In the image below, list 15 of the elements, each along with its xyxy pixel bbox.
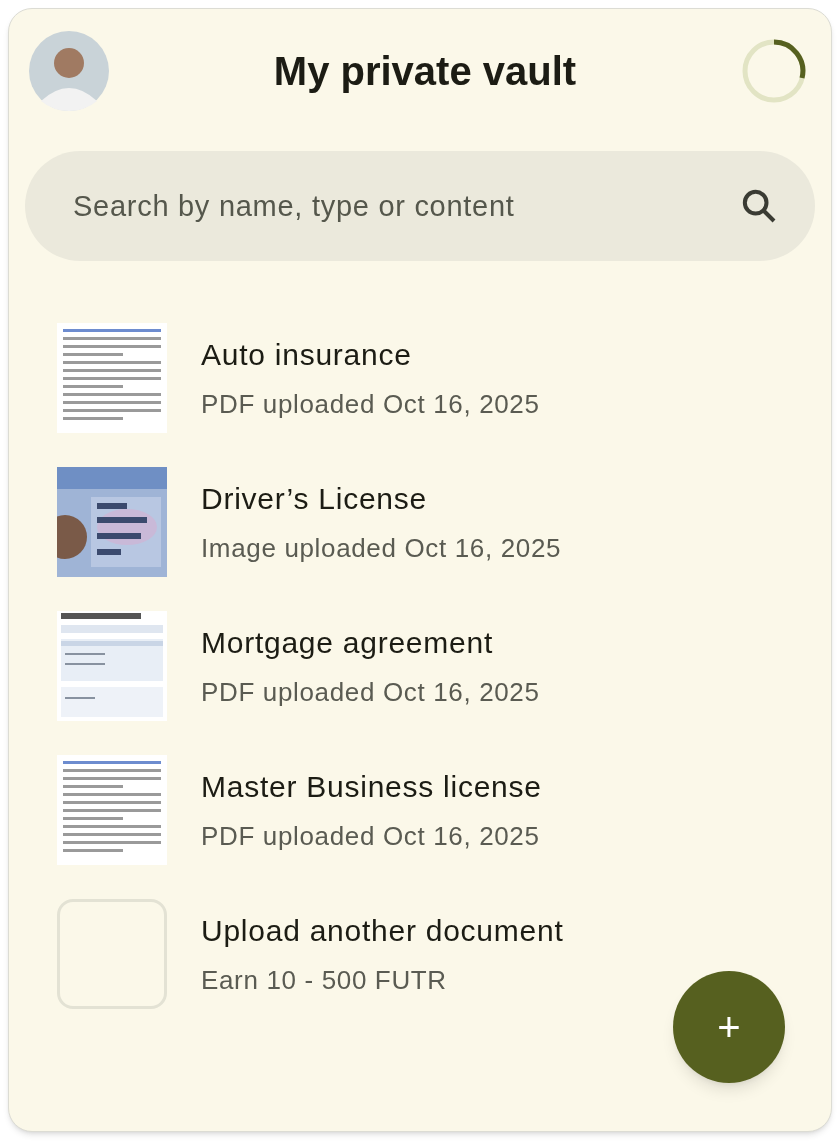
document-subtitle: PDF uploaded Oct 16, 2025: [201, 388, 540, 421]
upload-subtitle: Earn 10 - 500 FUTR: [201, 964, 448, 997]
avatar[interactable]: [29, 31, 109, 111]
document-subtitle: Image uploaded Oct 16, 2025: [201, 532, 562, 565]
document-subtitle: PDF uploaded Oct 16, 2025: [201, 820, 541, 853]
spinner-icon: [741, 38, 807, 104]
document-title[interactable]: Auto insurance: [201, 332, 540, 377]
page-title: My private vault: [273, 48, 577, 95]
add-button[interactable]: +: [673, 971, 785, 1083]
upload-title[interactable]: Upload another document: [201, 908, 564, 953]
document-subtitle: PDF uploaded Oct 16, 2025: [201, 676, 540, 709]
document-title[interactable]: Mortgage agreement: [201, 620, 540, 665]
document-title[interactable]: Master Business license: [201, 764, 542, 809]
search-field[interactable]: Search by name, type or content: [25, 151, 815, 261]
document-title[interactable]: Driver’s License: [201, 476, 562, 521]
